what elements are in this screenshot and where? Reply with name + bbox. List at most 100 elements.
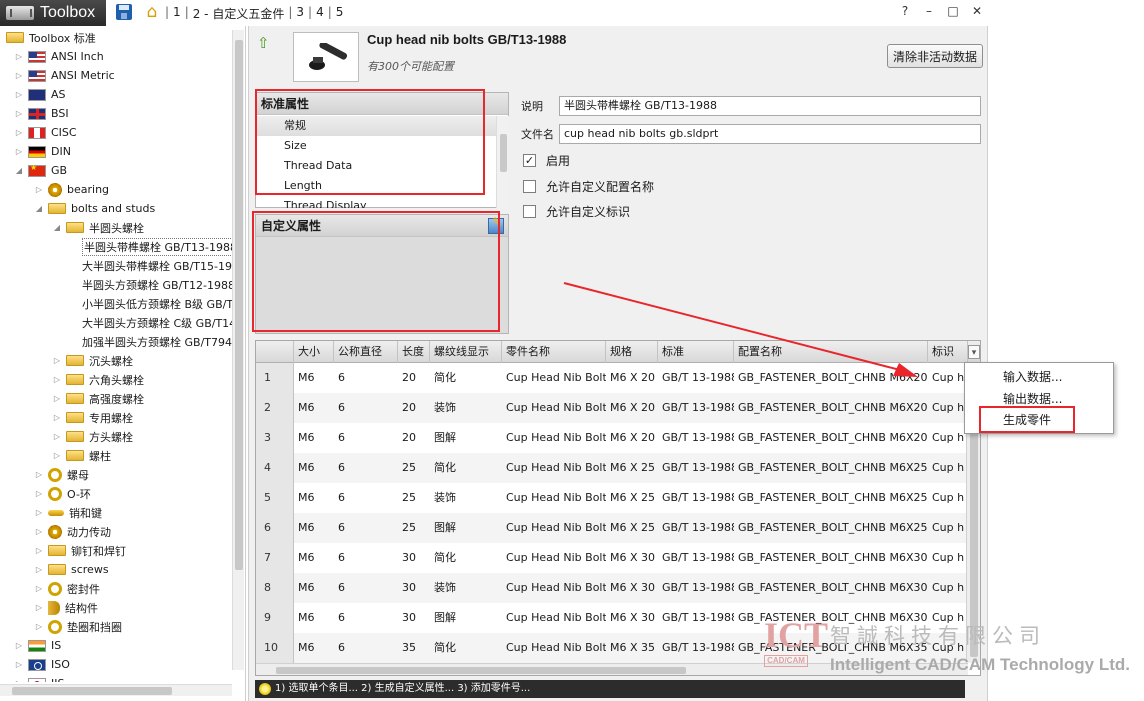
tree-item[interactable]: 加强半圆头方颈螺栓 GB/T794 (82, 332, 232, 351)
allow-custom-id-checkbox[interactable]: 允许自定义标识 (523, 203, 630, 220)
collapsed-arrow-icon[interactable]: ▷ (52, 394, 62, 403)
column-header[interactable]: 规格 (606, 341, 658, 363)
tree-item[interactable]: ▷ ANSI Metric (14, 66, 115, 85)
close-icon[interactable]: ✕ (970, 4, 984, 18)
row-number[interactable]: 4 (256, 453, 294, 483)
collapsed-arrow-icon[interactable]: ▷ (14, 660, 24, 669)
column-header[interactable]: 标准 (658, 341, 734, 363)
restore-icon[interactable]: □ (946, 4, 960, 18)
prop-item-thread-display[interactable]: Thread Display (256, 196, 496, 208)
expanded-arrow-icon[interactable]: ◢ (52, 223, 62, 232)
step-5[interactable]: 5 (336, 5, 344, 22)
column-header[interactable]: 螺纹线显示 (430, 341, 502, 363)
expanded-arrow-icon[interactable]: ◢ (14, 166, 24, 175)
step-3[interactable]: 3 (296, 5, 304, 22)
table-row[interactable]: 5 M6 6 25 装饰 Cup Head Nib Bolt M6 X 25 GB/T 13-… (256, 483, 980, 513)
tree-item[interactable]: ▷ 螺母 (34, 465, 89, 484)
tree-item[interactable]: ▷ CISC (14, 123, 77, 142)
column-header[interactable]: 零件名称 (502, 341, 606, 363)
tree-item[interactable]: ▷ 专用螺栓 (52, 408, 133, 427)
checkmark-icon[interactable]: ✓ (523, 154, 536, 167)
clear-inactive-data-button[interactable]: 清除非活动数据 (887, 44, 983, 68)
collapsed-arrow-icon[interactable]: ▷ (52, 451, 62, 460)
collapsed-arrow-icon[interactable]: ▷ (14, 90, 24, 99)
table-row[interactable]: 4 M6 6 25 简化 Cup Head Nib Bolt M6 X 25 GB/T 13-… (256, 453, 980, 483)
description-field[interactable]: 半圆头带榫螺栓 GB/T13-1988 (559, 96, 981, 116)
step-1[interactable]: 1 (173, 5, 181, 22)
tree-item[interactable]: ▷ 沉头螺栓 (52, 351, 133, 370)
row-number[interactable]: 7 (256, 543, 294, 573)
tree-item[interactable]: ▷ IS (14, 636, 61, 655)
tree-item[interactable]: 小半圆头低方颈螺栓 B级 GB/T801 (82, 294, 232, 313)
table-row[interactable]: 7 M6 6 30 简化 Cup Head Nib Bolt M6 X 30 GB/T 13-… (256, 543, 980, 573)
tree-item[interactable]: ▷ 销和键 (34, 503, 102, 522)
tree-horizontal-scrollbar[interactable] (0, 684, 232, 696)
tree-item[interactable]: ▷ 高强度螺栓 (52, 389, 144, 408)
tree-item[interactable]: ▷ 动力传动 (34, 522, 111, 541)
tree-item[interactable]: ▷ 垫圈和挡圈 (34, 617, 122, 636)
tree-item[interactable]: 大半圆头带榫螺栓 GB/T15-1988 (82, 256, 232, 275)
tree-item[interactable]: ◢ 半圆头螺栓 (52, 218, 144, 237)
tree-item[interactable]: ▷ O-环 (34, 484, 91, 503)
column-header[interactable]: 配置名称 (734, 341, 928, 363)
table-row[interactable]: 3 M6 6 20 图解 Cup Head Nib Bolt M6 X 20 GB/T 13-… (256, 423, 980, 453)
tree-item[interactable]: ▷ AS (14, 85, 66, 104)
collapsed-arrow-icon[interactable]: ▷ (34, 622, 44, 631)
tree-item[interactable]: ▷ DIN (14, 142, 71, 161)
home-icon[interactable]: ⌂ (142, 2, 162, 22)
tree-item[interactable]: ▷ BSI (14, 104, 69, 123)
tree-item[interactable]: 半圆头方颈螺栓 GB/T12-1988 (82, 275, 232, 294)
collapsed-arrow-icon[interactable]: ▷ (34, 565, 44, 574)
tree-vertical-scrollbar[interactable] (232, 30, 244, 670)
collapsed-arrow-icon[interactable]: ▷ (34, 546, 44, 555)
tree-item[interactable]: ◢ GB (14, 161, 67, 180)
properties-scrollbar[interactable] (496, 116, 509, 208)
tree-item[interactable]: ▷ JIS (14, 674, 64, 682)
tree-item[interactable]: ◢ bolts and studs (34, 199, 155, 218)
collapsed-arrow-icon[interactable]: ▷ (34, 470, 44, 479)
row-number[interactable]: 6 (256, 513, 294, 543)
collapsed-arrow-icon[interactable]: ▷ (14, 71, 24, 80)
tree-item[interactable]: ▷ screws (34, 560, 109, 579)
tree-item[interactable]: ▷ 螺柱 (52, 446, 111, 465)
tree-item[interactable]: 半圆头带榫螺栓 GB/T13-1988 (82, 237, 232, 256)
tree-item[interactable]: ▷ 方头螺栓 (52, 427, 133, 446)
allow-custom-config-checkbox[interactable]: 允许自定义配置名称 (523, 178, 654, 195)
row-number[interactable]: 8 (256, 573, 294, 603)
table-menu-icon[interactable]: ▾ (968, 345, 980, 359)
tree-item[interactable]: ▷ bearing (34, 180, 109, 199)
tree-item[interactable]: ▷ ISO (14, 655, 70, 674)
collapsed-arrow-icon[interactable]: ▷ (34, 185, 44, 194)
column-header[interactable] (256, 341, 294, 363)
collapsed-arrow-icon[interactable]: ▷ (14, 641, 24, 650)
collapsed-arrow-icon[interactable]: ▷ (34, 527, 44, 536)
column-header[interactable]: 大小 (294, 341, 334, 363)
insert-part-icon[interactable]: ⇧ (257, 34, 275, 52)
table-row[interactable]: 8 M6 6 30 装饰 Cup Head Nib Bolt M6 X 30 GB/T 13-… (256, 573, 980, 603)
save-icon[interactable] (116, 4, 132, 20)
tree-item[interactable]: Toolbox 标准 (6, 28, 96, 47)
column-header[interactable]: 长度 (398, 341, 430, 363)
minimize-icon[interactable]: – (922, 4, 936, 18)
table-row[interactable]: 6 M6 6 25 图解 Cup Head Nib Bolt M6 X 25 GB/T 13-… (256, 513, 980, 543)
step-4[interactable]: 4 (316, 5, 324, 22)
collapsed-arrow-icon[interactable]: ▷ (14, 109, 24, 118)
row-number[interactable]: 2 (256, 393, 294, 423)
collapsed-arrow-icon[interactable]: ▷ (52, 432, 62, 441)
row-number[interactable]: 1 (256, 363, 294, 393)
column-header[interactable]: 标识 (928, 341, 968, 363)
collapsed-arrow-icon[interactable]: ▷ (52, 413, 62, 422)
menu-item-import-data[interactable]: 输入数据... (965, 366, 1113, 388)
tree-item[interactable]: ▷ 密封件 (34, 579, 100, 598)
collapsed-arrow-icon[interactable]: ▷ (52, 356, 62, 365)
collapsed-arrow-icon[interactable]: ▷ (34, 584, 44, 593)
column-header[interactable]: 公称直径 (334, 341, 398, 363)
row-number[interactable]: 3 (256, 423, 294, 453)
tree-item[interactable]: ▷ ANSI Inch (14, 47, 104, 66)
step-2[interactable]: 2 - 自定义五金件 (193, 5, 285, 22)
tree-item[interactable]: 大半圆头方颈螺栓 C级 GB/T14 (82, 313, 232, 332)
help-icon[interactable]: ? (898, 4, 912, 18)
collapsed-arrow-icon[interactable]: ▷ (14, 147, 24, 156)
collapsed-arrow-icon[interactable]: ▷ (34, 508, 44, 517)
enable-checkbox[interactable]: ✓ 启用 (523, 152, 570, 169)
